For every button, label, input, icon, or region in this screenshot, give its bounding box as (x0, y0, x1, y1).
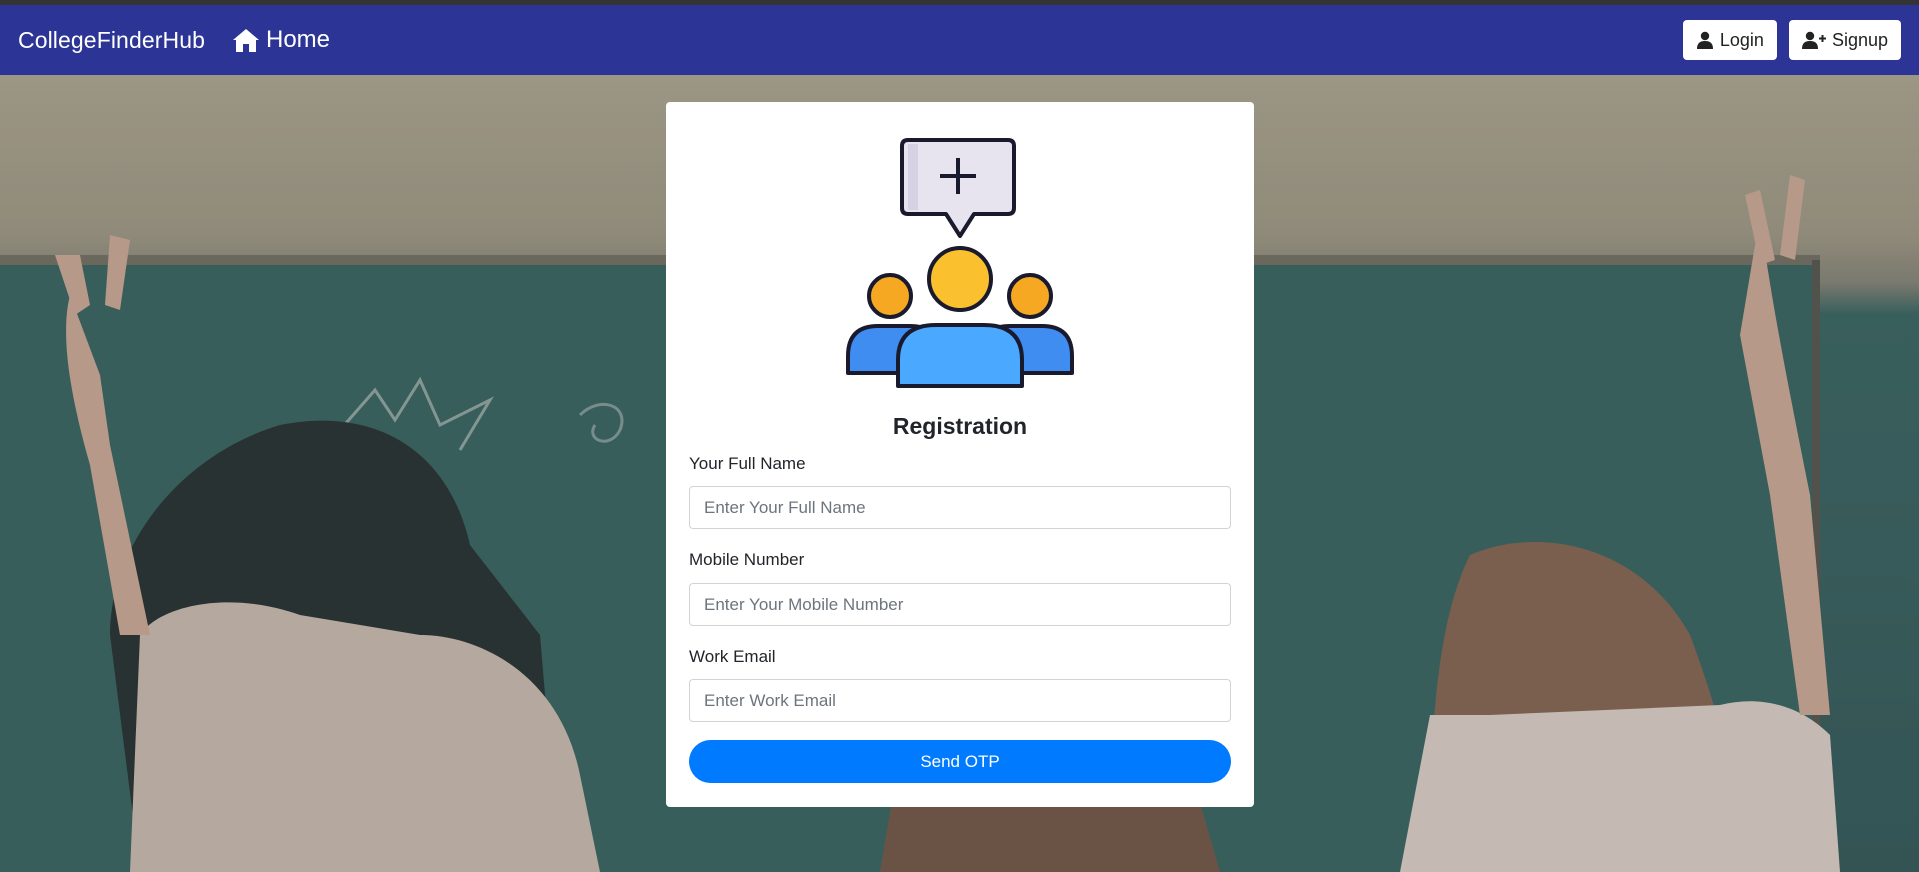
user-plus-icon (1801, 31, 1826, 49)
full-name-label: Your Full Name (689, 454, 806, 473)
login-button[interactable]: Login (1682, 20, 1777, 60)
login-label: Login (1719, 29, 1764, 50)
home-label: Home (265, 26, 331, 53)
mobile-number-input[interactable] (689, 583, 1231, 626)
signup-button[interactable]: Signup (1788, 20, 1901, 60)
mobile-number-label: Mobile Number (689, 550, 805, 569)
full-name-input[interactable] (689, 486, 1231, 529)
registration-group-icon (846, 138, 1074, 388)
brand-link[interactable]: CollegeFinderHub (18, 27, 205, 54)
auth-buttons: Login Signup (1682, 20, 1901, 60)
home-icon (232, 29, 259, 52)
work-email-input[interactable] (689, 679, 1231, 722)
signup-label: Signup (1831, 29, 1888, 50)
send-otp-button[interactable]: Send OTP (689, 740, 1231, 783)
user-icon (1696, 31, 1713, 49)
registration-card: Registration Your Full Name Mobile Numbe… (666, 102, 1254, 807)
home-link[interactable]: Home (232, 26, 330, 54)
top-navbar: CollegeFinderHub Home Login Signup (0, 5, 1919, 75)
work-email-label: Work Email (689, 647, 776, 666)
form-title: Registration (892, 413, 1028, 439)
